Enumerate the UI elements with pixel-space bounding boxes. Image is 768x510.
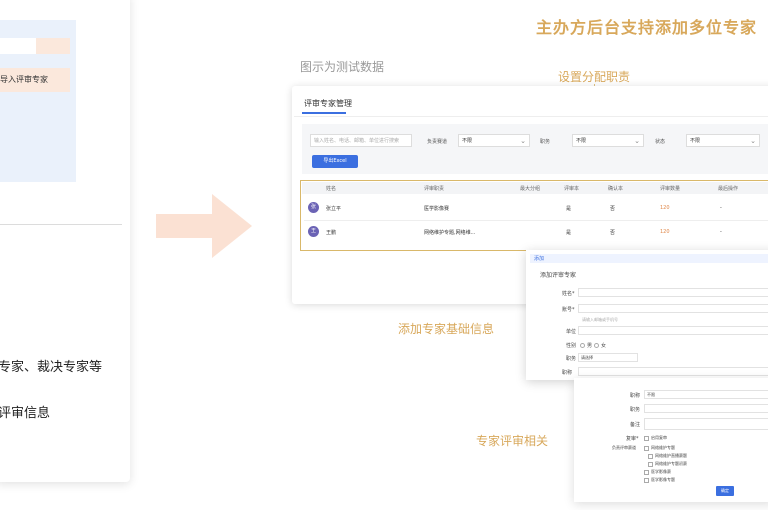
test-data-caption: 图示为测试数据	[300, 60, 385, 74]
duty2-field[interactable]	[644, 404, 768, 413]
title2-value: 不限	[647, 392, 655, 397]
active-tab-indicator	[302, 112, 346, 114]
field-label-title2: 职称	[630, 393, 641, 399]
filter-area	[302, 124, 768, 174]
track-label: 负责评审赛道	[612, 445, 636, 450]
left-white-block	[0, 38, 36, 54]
field-label-remark: 备注	[630, 422, 641, 428]
field-label-duty2: 职务	[630, 407, 641, 413]
page-title: 主办方后台支持添加多位专家	[536, 18, 758, 37]
arrow-head-icon	[212, 194, 252, 258]
review-label: 专家评审相关	[476, 434, 549, 448]
field-label-org: 单位	[566, 329, 577, 335]
left-import-text: 导入评审专家	[0, 75, 48, 84]
export-excel-button[interactable]: 导出Excel	[312, 155, 358, 168]
chevron-down-icon: ⌄	[634, 137, 640, 145]
field-label-gender: 性别	[566, 343, 577, 349]
chevron-down-icon: ⌄	[520, 137, 526, 145]
track-option[interactable]: 网络维护专题	[644, 445, 675, 451]
track-option[interactable]: 医学影像专题	[644, 477, 675, 483]
assign-duty-label: 设置分配职责	[558, 70, 631, 84]
org-field[interactable]	[578, 326, 768, 335]
gender-option-male[interactable]: 男	[580, 342, 592, 349]
name-field[interactable]	[578, 288, 768, 297]
dialog-title: 添加评审专家	[540, 272, 577, 279]
dialog-header-label: 添加	[534, 256, 545, 262]
filter-label-status: 状态	[655, 139, 666, 145]
track-option[interactable]: 医学影像赛	[644, 469, 671, 475]
filter-select-duty[interactable]: 不限 ⌄	[572, 134, 644, 147]
review-checkbox[interactable]: 启用复审	[644, 435, 667, 441]
chevron-down-icon: ⌄	[750, 137, 756, 145]
left-divider	[0, 224, 122, 225]
gender-option-female[interactable]: 女	[594, 342, 606, 349]
left-import-row: 导入评审专家	[0, 68, 70, 92]
left-text-line2: 评审信息	[0, 406, 51, 421]
filter-select-status[interactable]: 不限 ⌄	[686, 134, 760, 147]
panel-title[interactable]: 评审专家管理	[304, 98, 352, 109]
panel-divider	[294, 116, 768, 117]
title2-field[interactable]	[644, 390, 768, 399]
field-label-title: 职称	[562, 370, 573, 376]
field-label-account: 账号*	[562, 307, 575, 313]
duty-select-value: 请选择	[581, 355, 593, 360]
basic-info-label: 添加专家基础信息	[398, 322, 495, 336]
field-label-duty: 职务	[566, 356, 577, 362]
review-label-field: 复审*	[626, 436, 639, 442]
filter-select-track[interactable]: 不限 ⌄	[458, 134, 530, 147]
account-placeholder: 请输入邮箱或手机号	[582, 317, 618, 322]
title-field[interactable]	[578, 367, 768, 376]
search-input[interactable]: 输入姓名、电话、邮箱、单位进行搜索	[310, 134, 412, 147]
filter-label-duty: 职务	[540, 139, 551, 145]
account-field[interactable]	[578, 304, 768, 313]
arrow-right-icon	[156, 214, 214, 238]
table-highlight-frame	[300, 180, 768, 251]
field-label-name: 姓名*	[562, 291, 575, 297]
filter-label-track: 负责赛道	[427, 139, 448, 145]
submit-button[interactable]: 确定	[716, 486, 734, 496]
remark-field[interactable]	[644, 418, 768, 430]
track-option[interactable]: 网络维护专题初赛	[648, 461, 687, 467]
left-text-line1: 专家、裁决专家等	[0, 360, 103, 375]
track-option[interactable]: 网络维护直播赛题	[648, 453, 687, 459]
dialog-header	[530, 254, 768, 263]
